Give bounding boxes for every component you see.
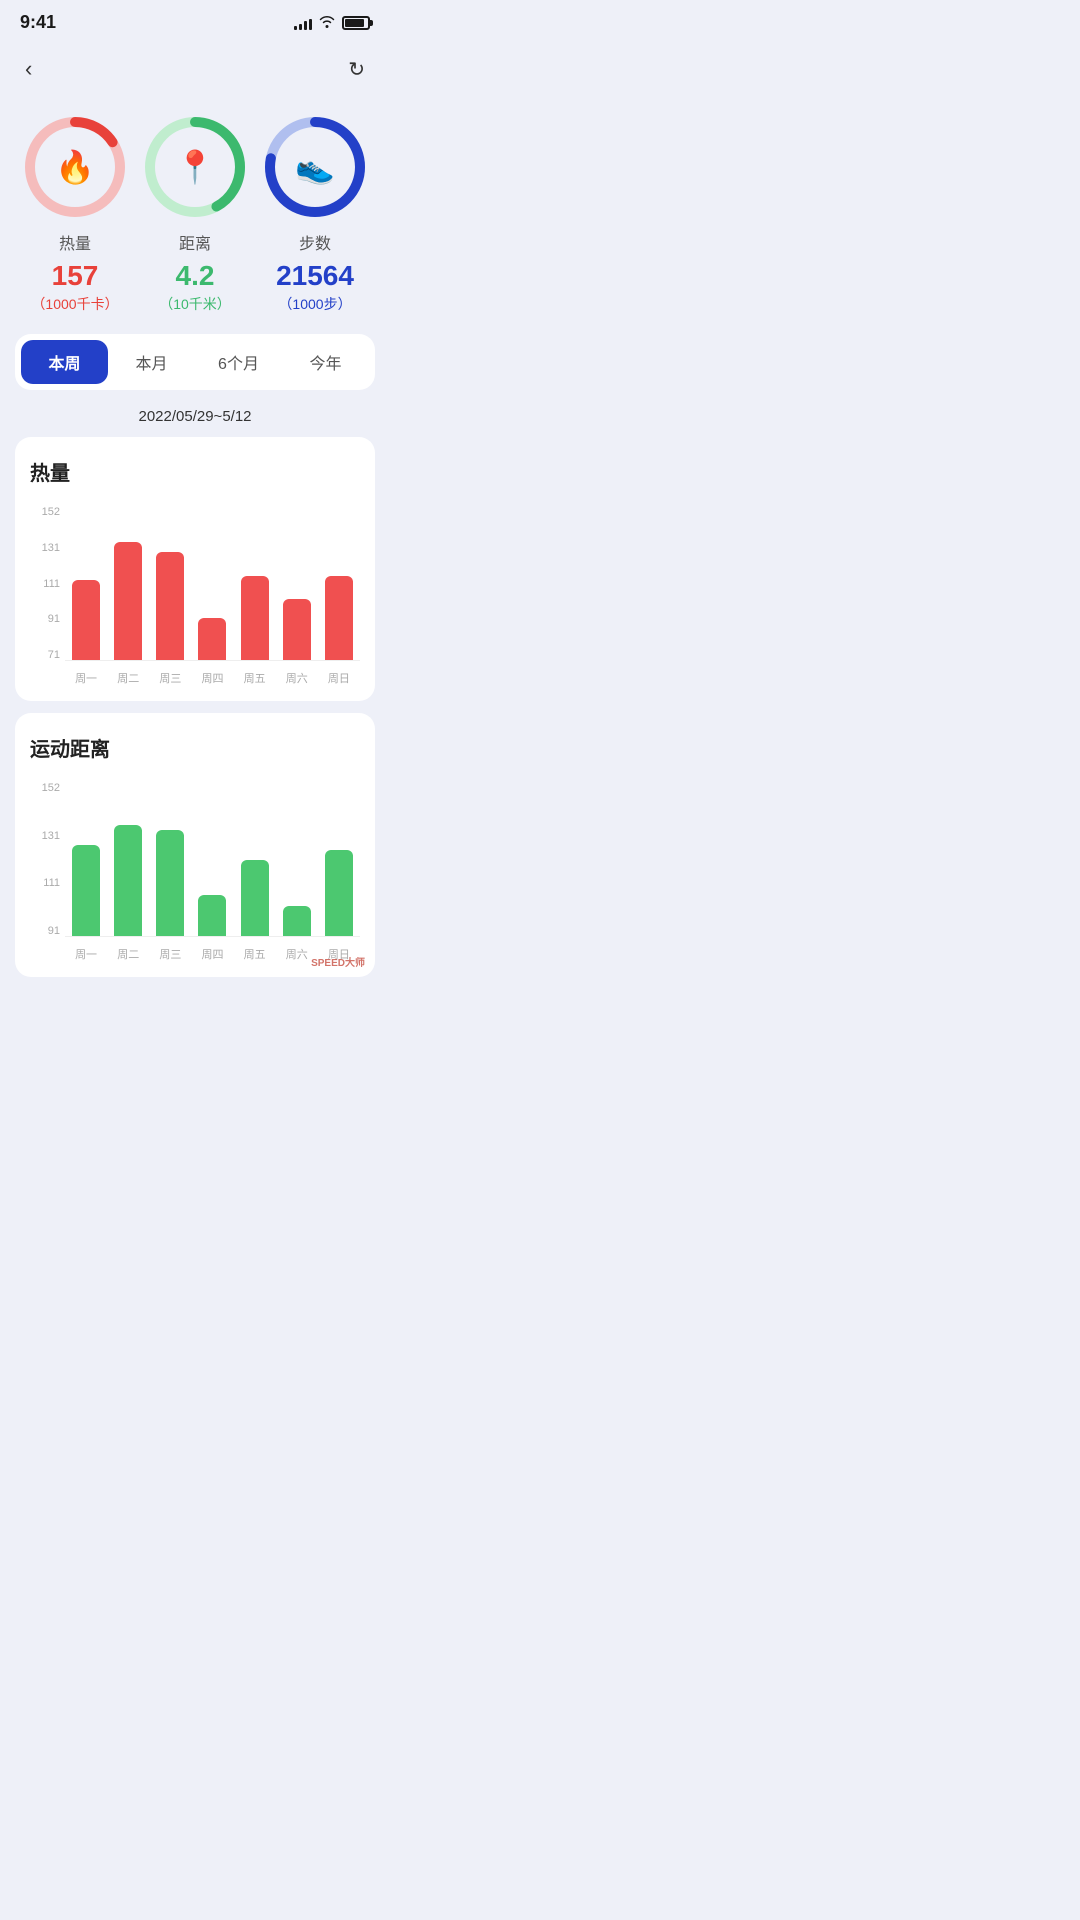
bar-group [198, 782, 226, 936]
bar-group [325, 782, 353, 936]
refresh-button[interactable]: ↻ [343, 52, 370, 87]
metric-value-distance: 4.2 [176, 262, 215, 290]
back-button[interactable]: ‹ [20, 51, 37, 87]
bar-group [241, 506, 269, 660]
metric-label-steps: 步数 [299, 230, 331, 254]
y-label: 111 [30, 877, 60, 889]
date-range: 2022/05/29~5/12 [0, 400, 390, 437]
bar [156, 552, 184, 660]
x-label: 周六 [286, 670, 308, 686]
y-label: 71 [30, 649, 60, 661]
x-label: 周日 [328, 670, 350, 686]
bar-group [198, 506, 226, 660]
metric-target-calories: （1000千卡） [31, 294, 118, 314]
bar [241, 576, 269, 660]
bar [114, 825, 142, 936]
bar [72, 580, 100, 660]
metric-value-calories: 157 [52, 262, 99, 290]
metric-target-steps: （1000步） [278, 294, 351, 314]
ring-distance: 📍 [140, 112, 250, 222]
metric-label-calories: 热量 [59, 230, 91, 254]
bar-group [72, 782, 100, 936]
bar-group [114, 782, 142, 936]
signal-icon [294, 16, 312, 30]
calories-chart-title: 热量 [30, 457, 360, 486]
distance-bar-chart: 15213111191周一周二周三周四周五周六周日 [30, 782, 360, 962]
bar-group [283, 782, 311, 936]
bar [156, 830, 184, 936]
bar [325, 850, 353, 936]
calories-bar-chart: 152 131 111 91 71 周一 周二 周三 周四 周五 周六 周日 [30, 506, 360, 686]
x-label: 周二 [117, 946, 139, 962]
x-label: 周五 [244, 670, 266, 686]
bar-group [283, 506, 311, 660]
x-label: 周一 [75, 670, 97, 686]
distance-chart-y-labels: 152 131 111 91 [30, 782, 60, 937]
y-label: 131 [30, 542, 60, 554]
tab-bar: 本周本月6个月今年 [15, 334, 375, 390]
bar-group [156, 782, 184, 936]
calories-chart-card: 热量 152 131 111 91 71 周一 周二 周三 周四 周五 周六 周日 [15, 437, 375, 701]
y-label: 152 [30, 782, 60, 794]
bar-group [241, 782, 269, 936]
x-label: 周三 [159, 670, 181, 686]
battery-icon [342, 16, 370, 30]
bar-group [156, 506, 184, 660]
bar [198, 895, 226, 936]
wifi-icon [318, 14, 336, 31]
status-bar: 9:41 [0, 0, 390, 41]
ring-icon-calories: 🔥 [55, 148, 95, 186]
metric-item-distance: 📍 距离 4.2 （10千米） [140, 112, 250, 314]
y-label: 131 [30, 830, 60, 842]
distance-chart-title: 运动距离 [30, 733, 360, 762]
x-label: 周四 [201, 670, 223, 686]
calories-chart-x-labels: 周一 周二 周三 周四 周五 周六 周日 [65, 670, 360, 686]
y-label: 91 [30, 613, 60, 625]
tab-month[interactable]: 本月 [108, 340, 195, 384]
bar-group [114, 506, 142, 660]
ring-steps: 👟 [260, 112, 370, 222]
y-label: 111 [30, 578, 60, 590]
bar [325, 576, 353, 660]
status-icons [294, 14, 370, 31]
ring-calories: 🔥 [20, 112, 130, 222]
distance-chart-card: 运动距离 15213111191周一周二周三周四周五周六周日 SPEED大师 [15, 713, 375, 977]
watermark: SPEED大师 [311, 954, 365, 969]
metric-label-distance: 距离 [179, 230, 211, 254]
metric-item-calories: 🔥 热量 157 （1000千卡） [20, 112, 130, 314]
bar [198, 618, 226, 660]
status-time: 9:41 [20, 12, 56, 33]
bar [283, 906, 311, 936]
calories-chart-area [65, 506, 360, 661]
y-label: 152 [30, 506, 60, 518]
tab-sixmonth[interactable]: 6个月 [195, 340, 282, 384]
x-label: 周三 [159, 946, 181, 962]
bar-group [325, 506, 353, 660]
metric-item-steps: 👟 步数 21564 （1000步） [260, 112, 370, 314]
x-label: 周五 [244, 946, 266, 962]
calories-chart-y-labels: 152 131 111 91 71 [30, 506, 60, 661]
bar-group [72, 506, 100, 660]
x-label: 周四 [201, 946, 223, 962]
y-label: 91 [30, 925, 60, 937]
header: ‹ ↻ [0, 41, 390, 102]
ring-icon-distance: 📍 [175, 148, 215, 186]
metric-value-steps: 21564 [276, 262, 354, 290]
metric-target-distance: （10千米） [159, 294, 231, 314]
x-label: 周一 [75, 946, 97, 962]
tab-week[interactable]: 本周 [21, 340, 108, 384]
bar [241, 860, 269, 936]
x-label: 周二 [117, 670, 139, 686]
bar [283, 599, 311, 660]
metrics-row: 🔥 热量 157 （1000千卡） 📍 距离 4.2 （10千米） 👟 步数 2… [0, 102, 390, 334]
ring-icon-steps: 👟 [295, 148, 335, 186]
tab-year[interactable]: 今年 [282, 340, 369, 384]
bar [72, 845, 100, 936]
distance-chart-area [65, 782, 360, 937]
x-label: 周六 [286, 946, 308, 962]
bar [114, 542, 142, 660]
